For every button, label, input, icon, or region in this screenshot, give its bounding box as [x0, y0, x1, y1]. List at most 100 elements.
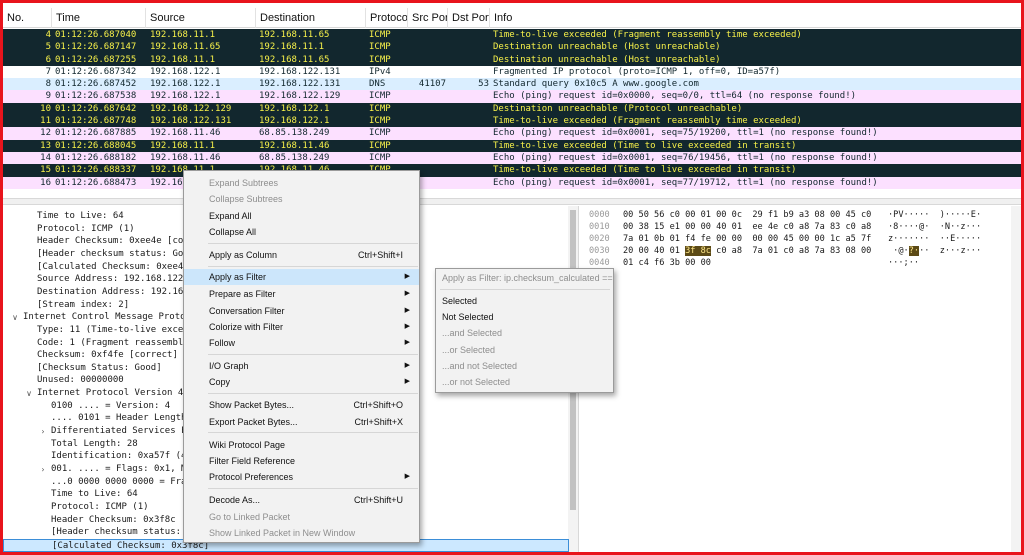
menu-separator [208, 243, 418, 244]
bytes-ascii[interactable]: ·8····@· ·N··z··· [888, 222, 981, 234]
menu-expand-subtrees[interactable]: Expand Subtrees [184, 175, 419, 191]
submenu-arrow-icon: ▶ [404, 290, 410, 297]
packet-cell-no: 11 [40, 116, 51, 127]
submenu-and-selected[interactable]: ...and Selected [436, 325, 613, 341]
menu-separator [208, 354, 418, 355]
chevron-right-icon[interactable]: › [37, 425, 49, 438]
packet-cell-protocol: ICMP [369, 30, 391, 40]
packet-row[interactable]: 6 01:12:26.687255 192.168.11.1 192.168.11.6… [3, 53, 1021, 66]
packet-row[interactable]: 10 01:12:26.687642 192.168.122.129 192.168.… [3, 102, 1021, 116]
bytes-offset: 0010 [589, 222, 610, 232]
detail-row-text: [Header checksum status: [51, 527, 182, 538]
packet-row[interactable]: 8 01:12:26.687452 192.168.122.1 192.168.122… [3, 78, 1021, 91]
packet-row[interactable]: 9 01:12:26.687538 192.168.122.1 192.168.122… [3, 90, 1021, 103]
bytes-ascii[interactable]: z······· ··E····· [888, 234, 981, 246]
menu-expand-all[interactable]: Expand All [184, 208, 419, 224]
column-protocol[interactable]: Protocol [366, 8, 408, 28]
packet-list[interactable]: No. Time Source Destination Protocol Src… [3, 8, 1021, 198]
detail-row-text: Destination Address: 192.168 [37, 286, 189, 297]
menu-copy[interactable]: Copy ▶ [184, 374, 419, 390]
detail-row-text: [Stream index: 2] [37, 299, 130, 310]
packet-cell-info: Destination unreachable (Protocol unreac… [493, 103, 743, 114]
packet-row[interactable]: 14 01:12:26.688182 192.168.11.46 68.85.138.… [3, 151, 1021, 165]
column-src-port[interactable]: Src Port [408, 8, 448, 28]
packet-bytes-pane[interactable]: 0000 00 50 56 c0 00 01 00 0c 29 f1 b9 a3 … [583, 206, 1021, 552]
packet-cell-destination: 68.85.138.249 [259, 152, 330, 163]
column-destination[interactable]: Destination [256, 8, 366, 28]
menu-go-to-linked-packet[interactable]: Go to Linked Packet [184, 509, 419, 525]
packet-cell-source: 192.168.11.65 [150, 42, 221, 53]
detail-row-text: [Checksum Status: Good] [37, 362, 162, 373]
menu-apply-as-column[interactable]: Apply as Column Ctrl+Shift+I [184, 247, 419, 263]
bytes-hex[interactable]: 20 00 40 01 3f 8c c0 a8 7a 01 c0 a8 7a 8… [623, 246, 871, 258]
packet-row[interactable]: 13 01:12:26.688045 192.168.11.1 192.168.11.… [3, 139, 1021, 152]
column-source[interactable]: Source [146, 8, 256, 28]
packet-list-header: No. Time Source Destination Protocol Src… [3, 8, 1021, 28]
submenu-not-selected[interactable]: Not Selected [436, 309, 613, 325]
column-dst-port[interactable]: Dst Port [448, 8, 490, 28]
apply-as-filter-submenu: Apply as Filter: ip.checksum_calculated … [435, 268, 614, 393]
column-time[interactable]: Time [52, 8, 146, 28]
menu-wiki-protocol-page[interactable]: Wiki Protocol Page [184, 437, 419, 453]
pane-splitter[interactable] [3, 198, 1021, 205]
menu-collapse-subtrees[interactable]: Collapse Subtrees [184, 191, 419, 207]
bytes-hex[interactable]: 01 c4 f6 3b 00 00 [623, 258, 711, 270]
packet-row[interactable]: 16 01:12:26.688473 192.168 Echo (ping) requ… [3, 176, 1021, 189]
submenu-selected[interactable]: Selected [436, 293, 613, 309]
packet-cell-no: 16 [40, 177, 51, 188]
column-info[interactable]: Info [490, 8, 1021, 28]
menu-decode-as[interactable]: Decode As... Ctrl+Shift+U [184, 492, 419, 508]
menu-separator [208, 432, 418, 433]
packet-cell-protocol: ICMP [369, 152, 391, 163]
menu-export-packet-bytes[interactable]: Export Packet Bytes... Ctrl+Shift+X [184, 414, 419, 430]
menu-apply-as-filter[interactable]: Apply as Filter ▶ [184, 269, 419, 285]
chevron-right-icon[interactable]: › [37, 463, 49, 476]
bytes-ascii[interactable]: ···;·· [888, 258, 919, 270]
packet-cell-source: 192.168.11.1 [150, 140, 216, 151]
menu-prepare-as-filter[interactable]: Prepare as Filter ▶ [184, 286, 419, 302]
packet-cell-time: 01:12:26.687040 [55, 30, 137, 40]
packet-cell-destination: 192.168.11.1 [259, 42, 325, 53]
bytes-ascii[interactable]: ·@·?··· z···z··· [888, 246, 981, 258]
packet-row[interactable]: 11 01:12:26.687748 192.168.122.131 192.168.… [3, 115, 1021, 128]
bytes-ascii[interactable]: ·PV····· )·····E· [888, 210, 981, 222]
submenu-or-selected[interactable]: ...or Selected [436, 342, 613, 358]
column-no[interactable]: No. [3, 8, 52, 28]
menu-io-graph[interactable]: I/O Graph ▶ [184, 358, 419, 374]
chevron-down-icon[interactable]: ∨ [23, 387, 35, 400]
packet-row[interactable]: 7 01:12:26.687342 192.168.122.1 192.168.122… [3, 65, 1021, 79]
menu-show-linked-packet[interactable]: Show Linked Packet in New Window [184, 525, 419, 541]
packet-cell-destination: 192.168.122.1 [259, 103, 330, 114]
bytes-hex[interactable]: 00 50 56 c0 00 01 00 0c 29 f1 b9 a3 08 0… [623, 210, 871, 222]
detail-row-text: Header Checksum: 0xee4e [cor [37, 236, 189, 247]
packet-cell-time: 01:12:26.687885 [55, 128, 137, 139]
packet-cell-destination: 192.168.11.65 [259, 30, 330, 40]
menu-conversation-filter[interactable]: Conversation Filter ▶ [184, 303, 419, 319]
submenu-and-not-selected[interactable]: ...and not Selected [436, 358, 613, 374]
submenu-or-not-selected[interactable]: ...or not Selected [436, 374, 613, 390]
bytes-hex[interactable]: 7a 01 0b 01 f4 fe 00 00 00 00 45 00 00 1… [623, 234, 871, 246]
menu-collapse-all[interactable]: Collapse All [184, 224, 419, 240]
bytes-segment: c0 a8 7a 01 c0 a8 7a 83 08 00 [710, 246, 872, 256]
bytes-segment: ·8····@· ·N··z··· [888, 222, 982, 232]
menu-show-packet-bytes[interactable]: Show Packet Bytes... Ctrl+Shift+O [184, 397, 419, 413]
menu-colorize-with-filter[interactable]: Colorize with Filter ▶ [184, 319, 419, 335]
packet-cell-info: Time-to-live exceeded (Time to live exce… [493, 165, 797, 176]
submenu-filter-expression: Apply as Filter: ip.checksum_calculated … [442, 273, 613, 283]
packet-cell-source: 192.168.122.131 [150, 116, 232, 127]
bytes-highlight: 3f 8c [685, 246, 711, 256]
chevron-down-icon[interactable]: ∨ [9, 311, 21, 324]
packet-row[interactable]: 12 01:12:26.687885 192.168.11.46 68.85.138.… [3, 127, 1021, 140]
packet-cell-info: Time-to-live exceeded (Fragment reassemb… [493, 30, 802, 40]
packet-row[interactable]: 5 01:12:26.687147 192.168.11.65 192.168.11.… [3, 41, 1021, 54]
packet-row[interactable]: 4 01:12:26.687040 192.168.11.1 192.168.11.6… [3, 29, 1021, 42]
bytes-hex[interactable]: 00 38 15 e1 00 00 40 01 ee 4e c0 a8 7a 8… [623, 222, 871, 234]
packet-row[interactable]: 1501:12:26.688337192.168.11.1192.168.11.… [3, 164, 1021, 177]
bytes-offset: 0020 [589, 234, 610, 244]
menu-protocol-preferences[interactable]: Protocol Preferences ▶ [184, 469, 419, 485]
menu-follow[interactable]: Follow ▶ [184, 335, 419, 351]
packet-cell-time: 01:12:26.687452 [55, 79, 137, 90]
bytes-scrollbar[interactable] [1011, 206, 1021, 552]
menu-filter-field-reference[interactable]: Filter Field Reference [184, 453, 419, 469]
packet-cell-source: 192.168.122.1 [150, 66, 221, 77]
